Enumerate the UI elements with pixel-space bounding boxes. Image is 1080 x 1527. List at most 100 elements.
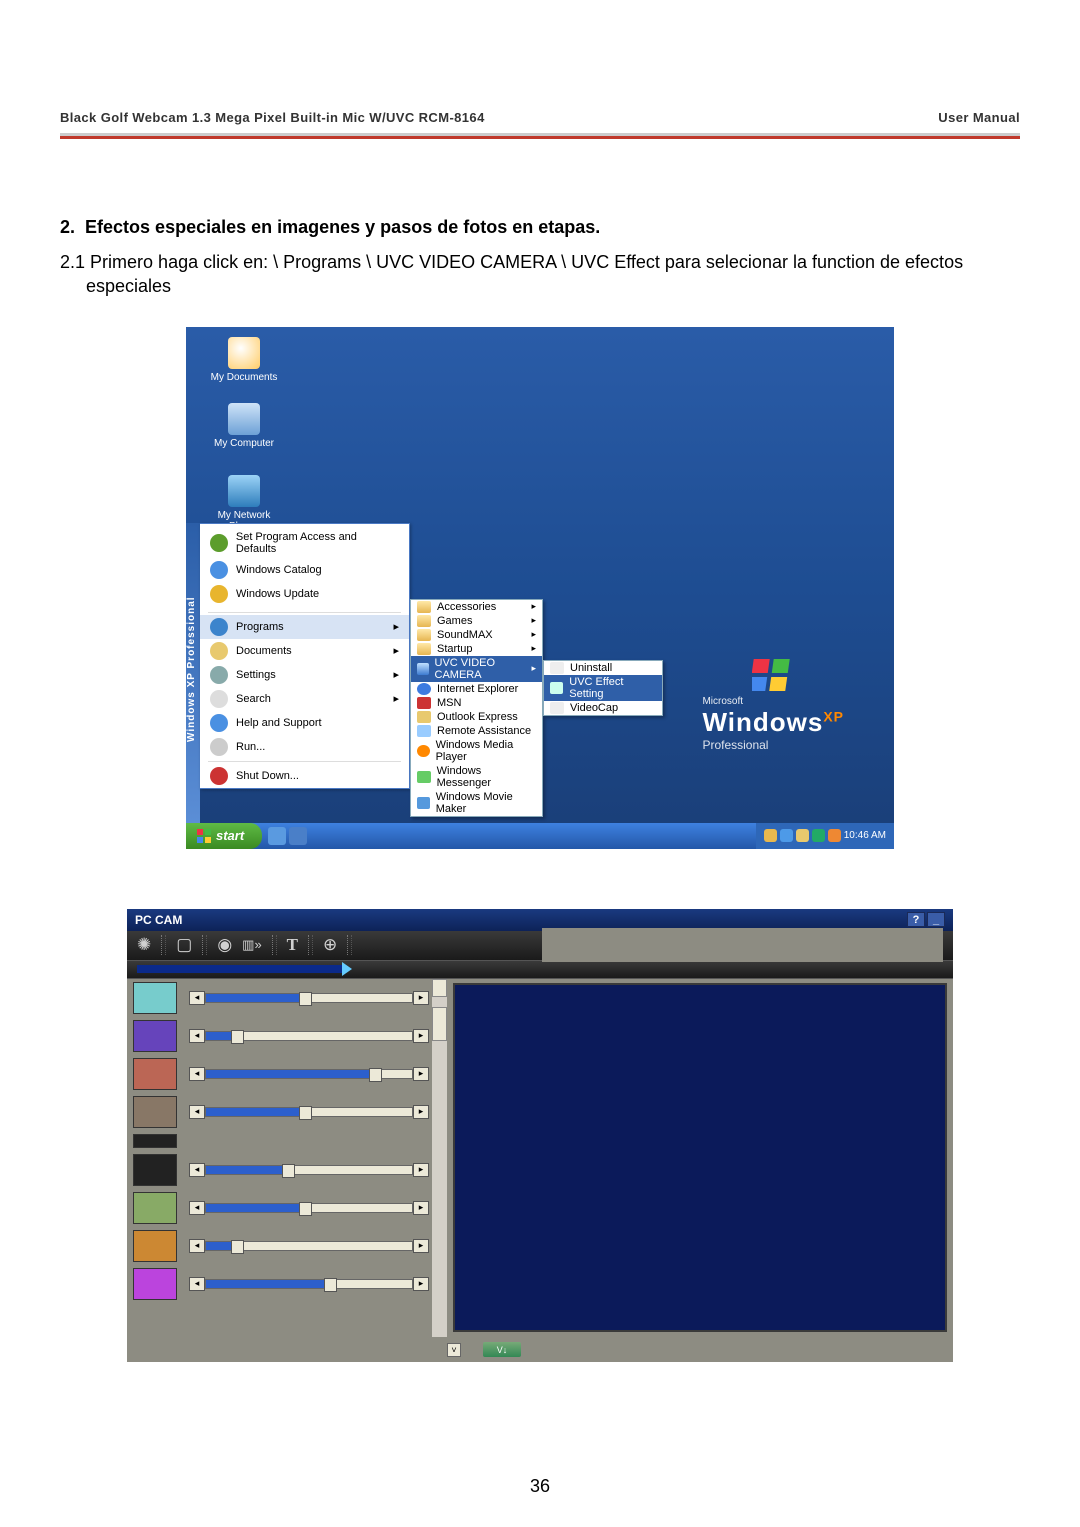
menu-windowsupdate[interactable]: Windows Update [200,582,409,606]
submenu-msn[interactable]: MSN [411,696,542,710]
screenshot-pccam: PC CAM ? _ ✺ ▢ ◉ ▥» T ⊕ [127,909,953,1362]
effect-slider[interactable]: ◂ ▸ [189,1029,429,1042]
doc-type: User Manual [938,110,1020,125]
slider-right-icon[interactable]: ▸ [413,1163,429,1177]
toolbar: ✺ ▢ ◉ ▥» T ⊕ [127,931,953,961]
submenu-ie[interactable]: Internet Explorer [411,682,542,696]
menu-programs[interactable]: Programs▸ [200,615,409,639]
product-line: Black Golf Webcam 1.3 Mega Pixel Built-i… [60,110,419,125]
effect-thumb[interactable] [133,1058,177,1090]
submenu-accessories[interactable]: Accessories▸ [411,600,542,614]
step-text: 2.1 Primero haga click en: \ Programs \ … [86,250,1020,299]
start-panel: Set Program Access and Defaults Windows … [200,523,410,789]
effect-row: ◂ ▸ [127,1017,447,1055]
submenu-remoteassist[interactable]: Remote Assistance [411,724,542,738]
submenu-outlook[interactable]: Outlook Express [411,710,542,724]
scrollbar[interactable] [432,979,447,1337]
slider-right-icon[interactable]: ▸ [413,1239,429,1253]
slider-left-icon[interactable]: ◂ [189,1067,205,1081]
menu-settings[interactable]: Settings▸ [200,663,409,687]
tray-icon[interactable] [764,829,777,842]
effect-thumb[interactable] [133,1268,177,1300]
slider-right-icon[interactable]: ▸ [413,1105,429,1119]
slider-left-icon[interactable]: ◂ [189,1239,205,1253]
effect-thumb[interactable] [133,1020,177,1052]
help-button[interactable]: ? [907,912,925,927]
desktop-icon-mydocs[interactable]: My Documents [204,337,284,383]
preview-pane [447,979,953,1362]
submenu-soundmax[interactable]: SoundMAX▸ [411,628,542,642]
menu-windowscatalog[interactable]: Windows Catalog [200,558,409,582]
dropdown-toggle[interactable]: ˅ [447,1343,461,1357]
slider-right-icon[interactable]: ▸ [413,991,429,1005]
menu-search[interactable]: Search▸ [200,687,409,711]
slider-right-icon[interactable]: ▸ [413,1029,429,1043]
effect-row: ◂ ▸ [127,1265,447,1303]
tool-zoom-icon[interactable]: ⊕ [323,935,337,955]
quicklaunch-icon[interactable] [268,827,286,845]
window-title: PC CAM [135,913,182,927]
slider-right-icon[interactable]: ▸ [413,1277,429,1291]
tool-record-icon[interactable]: ◉ [217,935,232,955]
menu-setprogramaccess[interactable]: Set Program Access and Defaults [200,528,409,558]
start-button[interactable]: start [186,823,262,849]
quicklaunch-icon[interactable] [289,827,307,845]
video-preview [453,983,947,1332]
effect-row: ◂ ▸ [127,1093,447,1131]
effect-thumb[interactable] [133,1230,177,1262]
slider-left-icon[interactable]: ◂ [189,1201,205,1215]
tray-icon[interactable] [828,829,841,842]
slider-left-icon[interactable]: ◂ [189,991,205,1005]
effect-slider[interactable]: ◂ ▸ [189,1239,429,1252]
submenu-uvceffect[interactable]: UVC Effect Setting [544,675,662,701]
effect-thumb[interactable] [133,1154,177,1186]
tray-icon[interactable] [796,829,809,842]
slider-right-icon[interactable]: ▸ [413,1067,429,1081]
effect-thumb[interactable] [133,1096,177,1128]
tray-icon[interactable] [780,829,793,842]
submenu-games[interactable]: Games▸ [411,614,542,628]
tool-frame-icon[interactable]: ▢ [176,935,192,955]
menu-help[interactable]: Help and Support [200,711,409,735]
submenu-moviemaker[interactable]: Windows Movie Maker [411,790,542,816]
slider-left-icon[interactable]: ◂ [189,1105,205,1119]
effect-slider[interactable]: ◂ ▸ [189,1163,429,1176]
effect-slider[interactable]: ◂ ▸ [189,1067,429,1080]
submenu-uvcvideocamera[interactable]: UVC VIDEO CAMERA▸ [411,656,542,682]
effect-slider[interactable]: ◂ ▸ [189,1201,429,1214]
submenu-uninstall[interactable]: Uninstall [544,661,662,675]
timeline-track[interactable] [137,965,342,973]
menu-run[interactable]: Run... [200,735,409,759]
page-number: 36 [0,1476,1080,1497]
submenu-wmp[interactable]: Windows Media Player [411,738,542,764]
effect-slider[interactable]: ◂ ▸ [189,991,429,1004]
effect-thumb[interactable] [133,982,177,1014]
submenu-uvc: Uninstall UVC Effect Setting VideoCap [543,660,663,716]
product-title: Black Golf Webcam 1.3 Mega Pixel Built-i… [60,110,485,125]
slider-right-icon[interactable]: ▸ [413,1201,429,1215]
tool-strip-icon[interactable]: ▥» [242,937,262,953]
taskbar: start 10:46 AM [186,823,894,849]
doc-header: Black Golf Webcam 1.3 Mega Pixel Built-i… [60,110,1020,125]
menu-shutdown[interactable]: Shut Down... [200,764,409,788]
minimize-button[interactable]: _ [927,912,945,927]
play-cursor-icon[interactable] [342,962,352,976]
slider-left-icon[interactable]: ◂ [189,1277,205,1291]
submenu-messenger[interactable]: Windows Messenger [411,764,542,790]
apply-button[interactable]: V↓ [483,1342,521,1357]
effect-slider[interactable]: ◂ ▸ [189,1105,429,1118]
tray-icon[interactable] [812,829,825,842]
submenu-startup[interactable]: Startup▸ [411,642,542,656]
effect-thumb[interactable] [133,1192,177,1224]
slider-left-icon[interactable]: ◂ [189,1029,205,1043]
systray: 10:46 AM [756,823,894,849]
submenu-videocap[interactable]: VideoCap [544,701,662,715]
menu-documents[interactable]: Documents▸ [200,639,409,663]
tool-gear-icon[interactable]: ✺ [137,935,151,955]
desktop-icon-mycomputer[interactable]: My Computer [204,403,284,449]
tool-text-icon[interactable]: T [287,935,298,955]
model-no: RCM-8164 [419,110,485,125]
effect-slider[interactable]: ◂ ▸ [189,1277,429,1290]
submenu-programs: Accessories▸ Games▸ SoundMAX▸ Startup▸ U… [410,599,543,817]
slider-left-icon[interactable]: ◂ [189,1163,205,1177]
